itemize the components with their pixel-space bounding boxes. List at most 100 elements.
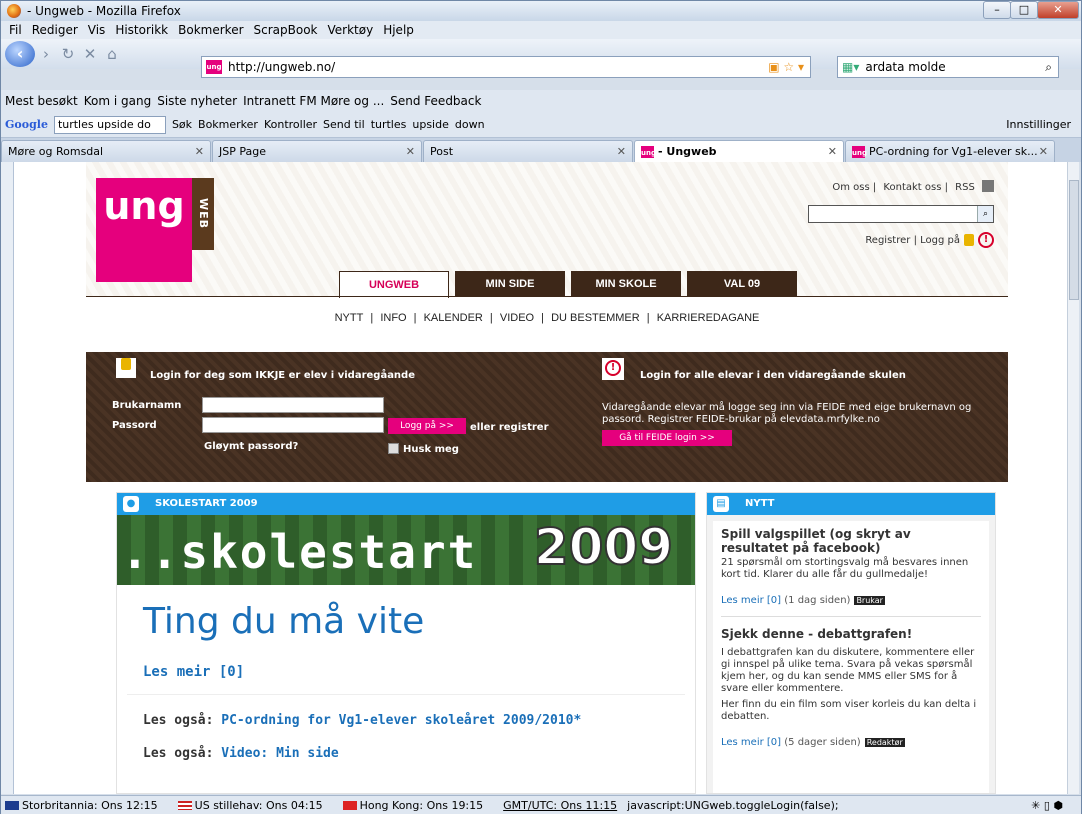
menu-historikk[interactable]: Historikk xyxy=(115,23,168,37)
article-heading[interactable]: Ting du må vite xyxy=(143,601,695,642)
clock-hk: Hong Kong: Ons 19:15 xyxy=(342,799,494,812)
link-rss[interactable]: RSS xyxy=(955,182,975,193)
subnav-kalender[interactable]: KALENDER xyxy=(424,312,483,324)
tab-close-icon[interactable]: ✕ xyxy=(617,145,626,158)
remember-me[interactable]: Husk meg xyxy=(388,443,459,455)
tab-ungweb[interactable]: ung - Ungweb ✕ xyxy=(634,140,844,162)
google-logo: Google xyxy=(5,118,48,131)
search-engine-icon[interactable]: ▦▾ xyxy=(842,60,859,74)
subnav-karrieredagane[interactable]: KARRIEREDAGANE xyxy=(657,312,760,324)
subnav-du-bestemmer[interactable]: DU BESTEMMER xyxy=(551,312,640,324)
left-gutter xyxy=(1,162,13,794)
vertical-scrollbar[interactable] xyxy=(1067,162,1079,794)
password-input[interactable] xyxy=(202,417,384,433)
login-button[interactable]: Logg på >> xyxy=(388,418,466,434)
tab-post[interactable]: Post ✕ xyxy=(423,140,633,162)
tab-ungweb-site[interactable]: UNGWEB xyxy=(339,271,449,298)
tab-min-skole[interactable]: MIN SKOLE xyxy=(571,271,681,297)
link-logg-pa[interactable]: Logg på xyxy=(920,235,960,246)
bookmark-mest-besokt[interactable]: Mest besøkt xyxy=(5,94,78,108)
google-settings[interactable]: Innstillinger xyxy=(1006,118,1071,131)
tab-more-og-romsdal[interactable]: Møre og Romsdal ✕ xyxy=(1,140,211,162)
read-more-link[interactable]: Les meir [0] xyxy=(143,664,695,680)
close-button[interactable]: ✕ xyxy=(1037,1,1079,19)
password-label: Passord xyxy=(112,420,157,431)
username-input[interactable] xyxy=(202,397,384,413)
site-search-input[interactable]: ⌕ xyxy=(808,205,994,223)
sub-navigation: NYTT | INFO | KALENDER | VIDEO | DU BEST… xyxy=(86,296,1008,352)
google-send-til[interactable]: Send til xyxy=(323,118,365,131)
ungweb-logo[interactable]: ung WEB xyxy=(96,178,214,282)
menu-bar: Fil Rediger Vis Historikk Bokmerker Scra… xyxy=(1,21,1081,39)
bookmark-siste-nyheter[interactable]: Siste nyheter xyxy=(157,94,237,108)
banner-year: 2009 xyxy=(533,518,674,576)
remember-label: Husk meg xyxy=(403,444,459,455)
menu-scrapbook[interactable]: ScrapBook xyxy=(254,23,318,37)
rss-icon[interactable] xyxy=(982,180,994,192)
bookmark-intranett[interactable]: Intranett FM Møre og ... xyxy=(243,94,384,108)
subnav-info[interactable]: INFO xyxy=(380,312,406,324)
subnav-video[interactable]: VIDEO xyxy=(500,312,534,324)
link-registrer[interactable]: Registrer xyxy=(865,235,910,246)
maximize-button[interactable]: □ xyxy=(1010,1,1038,19)
forward-button[interactable]: › xyxy=(35,45,57,63)
menu-verktoy[interactable]: Verktøy xyxy=(328,23,374,37)
tab-close-icon[interactable]: ✕ xyxy=(195,145,204,158)
also-label: Les også: xyxy=(143,713,214,728)
bookmark-send-feedback[interactable]: Send Feedback xyxy=(390,94,481,108)
tab-jsp-page[interactable]: JSP Page ✕ xyxy=(212,140,422,162)
alert-icon: ! xyxy=(605,360,621,376)
stop-icon[interactable]: ✕ xyxy=(79,45,101,63)
google-term-turtles[interactable]: turtles xyxy=(371,118,407,131)
link-kontakt-oss[interactable]: Kontakt oss xyxy=(883,182,941,193)
search-icon[interactable]: ⌕ xyxy=(977,206,993,222)
reload-icon[interactable]: ↻ xyxy=(57,45,79,63)
clock-gmt[interactable]: GMT/UTC: Ons 11:15 xyxy=(503,799,617,812)
flag-icon xyxy=(177,800,192,810)
link-om-oss[interactable]: Om oss xyxy=(832,182,869,193)
google-bokmerker[interactable]: Bokmerker xyxy=(198,118,258,131)
bookmark-kom-i-gang[interactable]: Kom i gang xyxy=(84,94,151,108)
search-bar[interactable]: ▦▾ ardata molde ⌕ xyxy=(837,56,1059,78)
google-term-down[interactable]: down xyxy=(455,118,485,131)
menu-bokmerker[interactable]: Bokmerker xyxy=(178,23,243,37)
also-link-pc-ordning[interactable]: PC-ordning for Vg1-elever skoleåret 2009… xyxy=(221,713,581,728)
news-item-title[interactable]: Spill valgspillet (og skryt av resultate… xyxy=(721,527,981,555)
google-toolbar: Google turtles upside do Søk Bokmerker K… xyxy=(1,112,1081,138)
menu-vis[interactable]: Vis xyxy=(88,23,106,37)
forgot-password-link[interactable]: Gløymt passord? xyxy=(204,441,298,452)
tab-close-icon[interactable]: ✕ xyxy=(406,145,415,158)
search-icon[interactable]: ⌕ xyxy=(1045,60,1052,75)
menu-fil[interactable]: Fil xyxy=(9,23,22,37)
remember-checkbox[interactable] xyxy=(388,443,399,454)
tab-bar: Møre og Romsdal ✕ JSP Page ✕ Post ✕ ung - Un… xyxy=(1,138,1081,162)
menu-hjelp[interactable]: Hjelp xyxy=(383,23,414,37)
home-icon[interactable]: ⌂ xyxy=(101,45,123,63)
tab-pc-ordning[interactable]: ung PC-ordning for Vg1-elever sk... ✕ xyxy=(845,140,1055,162)
google-kontroller[interactable]: Kontroller xyxy=(264,118,317,131)
also-read-1: Les også: PC-ordning for Vg1-elever skol… xyxy=(143,713,695,728)
register-link[interactable]: eller registrer xyxy=(470,422,549,433)
window-controls: – □ ✕ xyxy=(983,1,1079,19)
google-term-upside[interactable]: upside xyxy=(412,118,449,131)
alert-icon[interactable]: ! xyxy=(978,232,994,248)
news-read-more[interactable]: Les meir [0] xyxy=(721,595,781,606)
tab-close-icon[interactable]: ✕ xyxy=(1039,145,1048,158)
google-search-input[interactable]: turtles upside do xyxy=(53,115,166,134)
subnav-nytt[interactable]: NYTT xyxy=(335,312,364,324)
google-sok[interactable]: Søk xyxy=(172,118,192,131)
news-item-title[interactable]: Sjekk denne - debattgrafen! xyxy=(721,627,981,641)
tab-val-09[interactable]: VAL 09 xyxy=(687,271,797,297)
minimize-button[interactable]: – xyxy=(983,1,1011,19)
news-read-more[interactable]: Les meir [0] xyxy=(721,737,781,748)
address-bar[interactable]: ung http://ungweb.no/ ▣ ☆ ▾ xyxy=(201,56,811,78)
status-icons[interactable]: ✳ ▯ ⬢ xyxy=(1031,799,1063,812)
scrollbar-thumb[interactable] xyxy=(1069,180,1079,300)
rss-icon[interactable]: ▣ ☆ ▾ xyxy=(768,60,804,74)
also-link-video[interactable]: Video: Min side xyxy=(221,746,338,761)
tab-close-icon[interactable]: ✕ xyxy=(828,145,837,158)
tab-min-side[interactable]: MIN SIDE xyxy=(455,271,565,297)
menu-rediger[interactable]: Rediger xyxy=(32,23,78,37)
back-button[interactable]: ‹ xyxy=(5,41,35,67)
feide-login-button[interactable]: Gå til FEIDE login >> xyxy=(602,430,732,446)
